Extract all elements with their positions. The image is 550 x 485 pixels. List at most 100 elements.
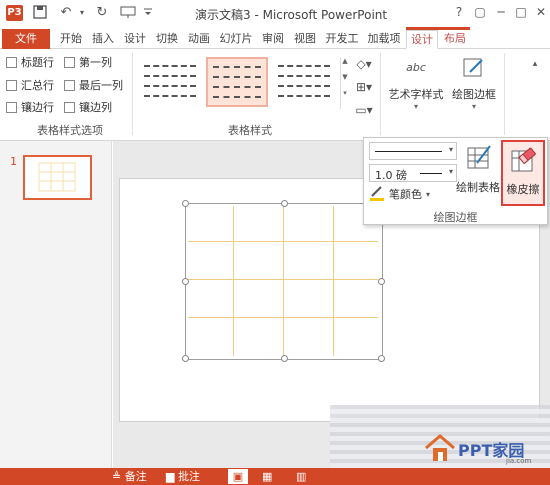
normal-view-icon[interactable]: ▣: [228, 469, 248, 484]
pen-color-label: 笔颜色: [389, 188, 422, 201]
help-button[interactable]: ?: [450, 4, 468, 20]
tab-table-design[interactable]: 设计: [406, 30, 438, 49]
last-column-checkbox[interactable]: 最后一列: [64, 78, 123, 92]
tab-slideshow[interactable]: 幻灯片: [216, 30, 256, 49]
eraser-label: 橡皮擦: [506, 183, 540, 196]
notes-icon: ≜: [112, 470, 122, 483]
table-style-option-selected[interactable]: [206, 57, 268, 107]
banded-columns-checkbox[interactable]: 镶边列: [64, 100, 112, 114]
pen-style-dropdown[interactable]: ▾: [369, 142, 457, 160]
slide-thumbnail[interactable]: [23, 155, 92, 200]
table-selection-frame[interactable]: [182, 200, 385, 362]
ribbon-display-button[interactable]: ▢: [471, 4, 489, 20]
wordart-icon: abc: [406, 61, 426, 74]
tab-developer[interactable]: 开发工: [322, 30, 362, 49]
resize-handle[interactable]: [182, 278, 189, 285]
table-grid-line: [188, 241, 378, 242]
tab-file[interactable]: 文件: [2, 29, 50, 49]
wordart-label: 艺术字样式: [388, 88, 444, 101]
draw-borders-panel: ▾ 1.0 磅 ▾ 笔颜色 ▾ 绘制表格 橡皮擦 绘图边框: [363, 137, 548, 225]
draw-border-button[interactable]: 绘图边框 ▾: [449, 55, 499, 111]
resize-handle[interactable]: [378, 278, 385, 285]
tab-view[interactable]: 视图: [290, 30, 320, 49]
checkbox-label: 镶边行: [21, 101, 54, 114]
banded-rows-checkbox[interactable]: 镶边行: [6, 100, 54, 114]
checkbox-icon: [6, 101, 17, 113]
group-separator: [132, 53, 133, 135]
save-icon[interactable]: [32, 5, 48, 21]
minimize-button[interactable]: ─: [492, 4, 510, 20]
first-column-checkbox[interactable]: 第一列: [64, 55, 112, 69]
pen-color-button[interactable]: 笔颜色 ▾: [369, 185, 431, 202]
tab-design[interactable]: 设计: [120, 30, 150, 49]
resize-handle[interactable]: [281, 200, 288, 207]
customize-toolbar-icon[interactable]: [140, 5, 156, 21]
shading-icon[interactable]: ◇▾: [352, 55, 376, 73]
group-label-table-style-options: 表格样式选项: [37, 124, 103, 137]
redo-icon[interactable]: ↻: [94, 5, 110, 21]
header-row-checkbox[interactable]: 标题行: [6, 55, 54, 69]
eraser-button[interactable]: 橡皮擦: [501, 140, 545, 206]
comments-button[interactable]: ▆ 批注: [166, 469, 200, 484]
watermark-url: jia.com: [506, 457, 532, 465]
ribbon: 标题行 第一列 汇总行 最后一列 镶边行 镶边列 表格样式选项 ▲ ▼ ▾ ◇▾ ⊞…: [0, 49, 550, 141]
status-bar: ≜ 备注 ▆ 批注 ▣ ▦ ▥: [0, 468, 550, 485]
gallery-scroll-buttons[interactable]: ▲ ▼ ▾: [340, 57, 349, 109]
pen-weight-dropdown[interactable]: 1.0 磅 ▾: [369, 164, 457, 182]
maximize-button[interactable]: □: [512, 4, 530, 20]
notes-label: 备注: [124, 470, 147, 483]
checkbox-label: 第一列: [79, 56, 112, 69]
resize-handle[interactable]: [281, 355, 288, 362]
chevron-down-icon: ▾: [426, 189, 431, 199]
notes-button[interactable]: ≜ 备注: [112, 469, 147, 484]
draw-table-button[interactable]: 绘制表格: [456, 141, 500, 207]
checkbox-label: 汇总行: [21, 79, 54, 92]
checkbox-icon: [64, 79, 75, 91]
ribbon-tabs: 文件 开始 插入 设计 切换 动画 幻灯片 审阅 视图 开发工 加载项 设计 布…: [0, 27, 550, 49]
table-grid-line: [188, 317, 378, 318]
draw-table-label: 绘制表格: [456, 181, 500, 194]
undo-dropdown-icon[interactable]: ▾: [74, 5, 90, 21]
tab-review[interactable]: 审阅: [258, 30, 288, 49]
window-title: 演示文稿3 - Microsoft PowerPoint: [195, 8, 388, 22]
undo-icon[interactable]: ↶: [58, 5, 74, 21]
checkbox-icon: [6, 56, 17, 68]
tab-transitions[interactable]: 切换: [152, 30, 182, 49]
table-style-gallery: [139, 55, 339, 110]
comments-label: 批注: [177, 470, 200, 483]
effects-icon[interactable]: ▭▾: [352, 101, 376, 119]
slide-sorter-view-icon[interactable]: ▦: [262, 469, 272, 484]
table-grid-line: [233, 206, 234, 356]
slide-number: 1: [10, 155, 17, 168]
checkbox-label: 镶边列: [79, 101, 112, 114]
table-grid-line: [188, 279, 378, 280]
resize-handle[interactable]: [182, 355, 189, 362]
table-grid-line: [283, 206, 284, 356]
pen-weight-value: 1.0 磅: [375, 169, 407, 182]
total-row-checkbox[interactable]: 汇总行: [6, 78, 54, 92]
resize-handle[interactable]: [182, 200, 189, 207]
collapse-ribbon-icon[interactable]: ▴: [525, 55, 545, 73]
close-button[interactable]: ✕: [532, 4, 550, 20]
tab-animations[interactable]: 动画: [184, 30, 214, 49]
draw-border-label: 绘图边框: [452, 88, 496, 101]
checkbox-label: 标题行: [21, 56, 54, 69]
borders-icon[interactable]: ⊞▾: [352, 78, 376, 96]
group-separator: [504, 53, 505, 135]
checkbox-icon: [64, 56, 75, 68]
present-icon[interactable]: [120, 5, 136, 21]
tab-insert[interactable]: 插入: [88, 30, 118, 49]
tab-table-layout[interactable]: 布局: [439, 30, 471, 49]
group-label-table-styles: 表格样式: [228, 124, 272, 137]
title-bar: P3 ↶ ▾ ↻ 演示文稿3 - Microsoft PowerPoint ? …: [0, 0, 550, 27]
reading-view-icon[interactable]: ▥: [296, 469, 306, 484]
table-style-option[interactable]: [139, 57, 201, 107]
table-style-option[interactable]: [273, 57, 335, 107]
resize-handle[interactable]: [378, 355, 385, 362]
draw-table-icon: [465, 143, 493, 171]
tab-addins[interactable]: 加载项: [364, 30, 404, 49]
slide-thumbnails-pane: 1: [0, 141, 112, 468]
wordart-styles-button[interactable]: abc 艺术字样式 ▾: [385, 55, 447, 111]
tab-home[interactable]: 开始: [56, 30, 86, 49]
chevron-down-icon: ▾: [448, 167, 453, 176]
